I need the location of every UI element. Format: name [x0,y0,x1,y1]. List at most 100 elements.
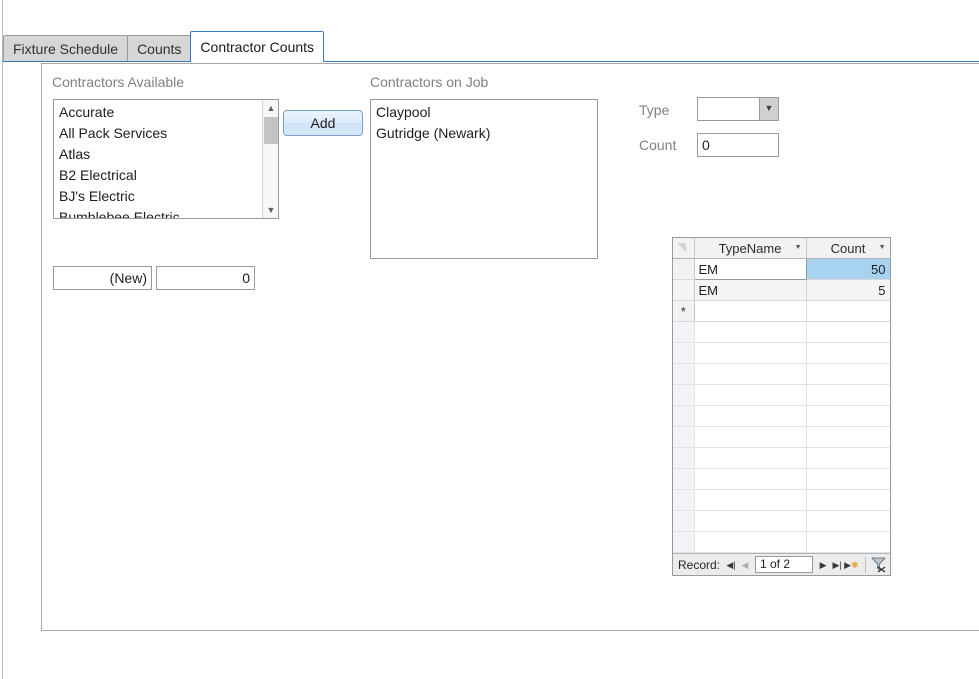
list-item[interactable]: Gutridge (Newark) [371,123,597,144]
count-label: Count [639,137,677,153]
empty-cell [694,363,807,385]
row-selector [673,426,695,448]
empty-row [673,468,890,490]
column-header-typename[interactable]: TypeName ▼ [694,238,807,259]
tab-strip: Fixture Schedule Counts Contractor Count… [3,28,979,62]
tab-contractor-counts[interactable]: Contractor Counts [190,31,325,62]
empty-cell [694,510,807,532]
cell-typename[interactable]: EM [693,258,807,280]
empty-cell [806,531,890,553]
contractors-available-listbox[interactable]: Accurate All Pack Services Atlas B2 Elec… [53,99,279,219]
cell-typename[interactable]: EM [694,279,807,301]
new-record-row[interactable]: * [673,300,890,322]
scroll-up-arrow-icon[interactable]: ▲ [263,100,278,116]
new-record-textbox[interactable]: (New) [53,266,152,290]
list-item[interactable]: Claypool [371,102,597,123]
row-selector[interactable] [673,279,695,301]
empty-cell [806,489,890,511]
row-selector [673,468,695,490]
empty-row [673,489,890,511]
count-textbox[interactable]: 0 [697,133,779,157]
add-button[interactable]: Add [283,110,363,136]
new-record-asterisk-icon[interactable]: * [673,300,695,322]
row-selector [673,405,695,427]
previous-record-icon[interactable]: ◀ [738,555,752,575]
row-selector [673,447,695,469]
list-item[interactable]: Accurate [54,102,261,123]
empty-row [673,531,890,553]
scroll-down-arrow-icon[interactable]: ▼ [263,202,278,218]
empty-cell [806,321,890,343]
contractors-available-scrollbar[interactable]: ▲ ▼ [262,100,278,218]
datasheet-table: TypeName ▼ Count ▼ EM 50 EM 5 * [673,238,890,575]
tab-list: Fixture Schedule Counts Contractor Count… [3,29,325,62]
column-header-count[interactable]: Count ▼ [806,238,890,259]
contractors-on-job-label: Contractors on Job [370,74,489,90]
list-item[interactable]: Bumblebee Electric [54,207,261,218]
list-item[interactable]: BJ's Electric [54,186,261,207]
type-label: Type [639,102,670,118]
empty-cell [694,405,807,427]
contractor-counts-datasheet[interactable]: TypeName ▼ Count ▼ EM 50 EM 5 * Record: … [672,237,891,576]
list-item[interactable]: B2 Electrical [54,165,261,186]
window-left-rail [0,0,3,679]
empty-cell [694,384,807,406]
empty-cell [694,321,807,343]
row-selector [673,363,695,385]
type-combobox[interactable]: ▼ [697,97,779,121]
datasheet-body: EM 50 EM 5 * [673,258,890,575]
contractors-on-job-listbox[interactable]: Claypool Gutridge (Newark) [370,99,598,259]
empty-row [673,405,890,427]
datasheet-header: TypeName ▼ Count ▼ [673,238,890,259]
row-selector[interactable] [673,258,695,280]
contractors-on-job-items: Claypool Gutridge (Newark) [371,100,597,144]
chevron-down-icon[interactable]: ▼ [759,98,778,120]
no-filter-icon[interactable] [869,555,890,575]
cell-count[interactable]: 5 [806,279,890,301]
new-record-count-textbox[interactable]: 0 [156,266,255,290]
row-selector [673,321,695,343]
table-row[interactable]: EM 5 [673,279,890,301]
empty-row [673,342,890,364]
record-navigator: Record: ◀| ◀ 1 of 2 ▶ ▶| ▶✱ [673,553,890,575]
column-header-count-label: Count [830,240,866,256]
contractors-available-items: Accurate All Pack Services Atlas B2 Elec… [54,100,261,218]
sort-caret-icon[interactable]: ▼ [879,238,886,258]
empty-cell [806,468,890,490]
select-all-corner[interactable] [673,238,695,259]
list-item[interactable]: All Pack Services [54,123,261,144]
row-selector [673,510,695,532]
navigator-separator [864,556,866,573]
access-form-window: Fixture Schedule Counts Contractor Count… [0,0,979,679]
record-position-box[interactable]: 1 of 2 [754,556,814,573]
cell-typename[interactable] [694,300,807,322]
empty-cell [694,531,807,553]
empty-cell [806,342,890,364]
first-record-icon[interactable]: ◀| [724,555,738,575]
table-row[interactable]: EM 50 [673,258,890,280]
tab-counts[interactable]: Counts [127,35,192,62]
empty-cell [806,447,890,469]
header-row: TypeName ▼ Count ▼ [673,238,890,259]
empty-cell [694,447,807,469]
empty-cell [806,384,890,406]
list-item[interactable]: Atlas [54,144,261,165]
tab-strip-baseline [3,61,979,62]
new-record-icon[interactable]: ▶✱ [844,555,858,575]
last-record-icon[interactable]: ▶| [830,555,844,575]
row-selector [673,489,695,511]
sort-caret-icon[interactable]: ▼ [795,238,802,258]
empty-row [673,321,890,343]
empty-row [673,426,890,448]
empty-cell [694,342,807,364]
contractors-available-label: Contractors Available [52,74,185,90]
empty-cell [694,489,807,511]
empty-cell [694,468,807,490]
empty-row [673,384,890,406]
scrollbar-thumb[interactable] [264,117,278,144]
cell-count[interactable]: 50 [806,258,890,280]
next-record-icon[interactable]: ▶ [816,555,830,575]
cell-count[interactable] [806,300,890,322]
tab-fixture-schedule[interactable]: Fixture Schedule [3,35,129,62]
empty-cell [806,426,890,448]
